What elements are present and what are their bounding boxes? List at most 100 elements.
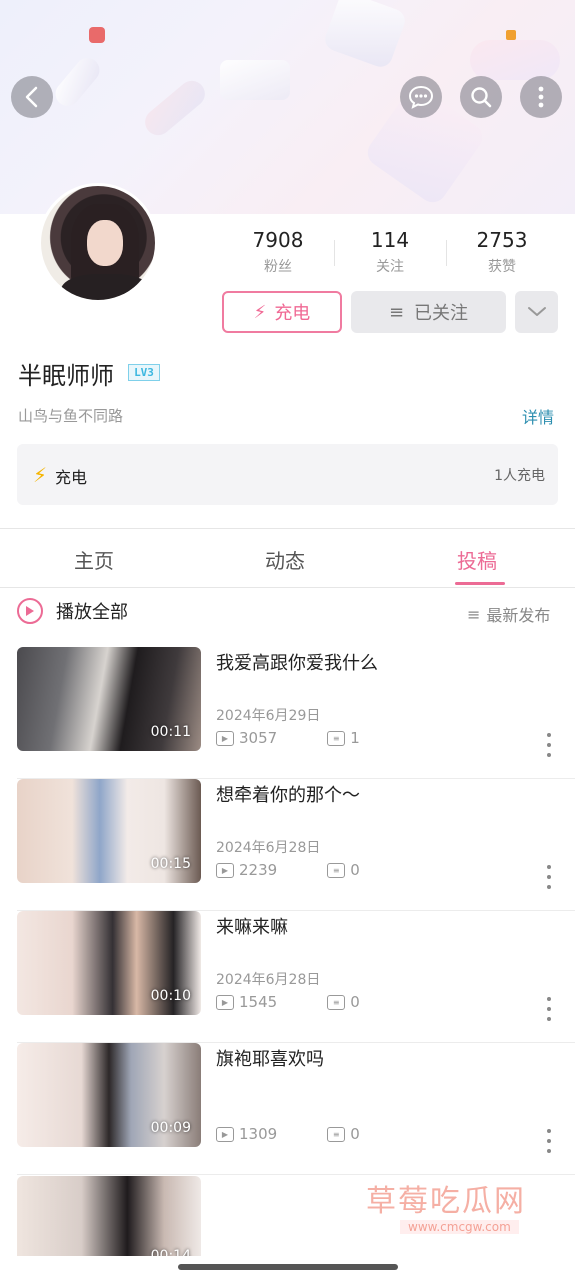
banner-decoration: [470, 40, 560, 80]
message-bubble-icon: [408, 85, 434, 109]
charge-button[interactable]: ⚡ 充电: [222, 291, 342, 333]
list-item[interactable]: 00:09 旗袍耶喜欢吗 ▶ 1309 ≡ 0: [0, 1043, 575, 1175]
divider: [17, 1174, 575, 1175]
stat-fans[interactable]: 7908 粉丝: [222, 228, 334, 278]
play-all-label: 播放全部: [56, 602, 128, 623]
video-title[interactable]: 想牵着你的那个～: [216, 781, 360, 807]
followed-button-label: 已关注: [414, 303, 469, 324]
tab-bar: 主页 动态 投稿: [0, 529, 575, 587]
sort-label: 最新发布: [486, 606, 551, 625]
tab-submissions[interactable]: 投稿: [457, 545, 497, 574]
sort-button[interactable]: ≡ 最新发布: [467, 602, 550, 626]
video-date: 2024年6月28日: [216, 840, 321, 856]
video-title[interactable]: 来嘛来嘛: [216, 913, 288, 939]
video-duration: 00:10: [150, 988, 191, 1004]
play-all-button[interactable]: 播放全部: [17, 598, 128, 624]
video-more-button[interactable]: [541, 865, 557, 889]
watermark-url: www.cmcgw.com: [400, 1220, 519, 1234]
charge-count: 1人充电: [494, 468, 545, 484]
stat-label: 获赞: [488, 259, 516, 275]
video-thumbnail[interactable]: 00:14: [17, 1176, 201, 1256]
charge-card[interactable]: ⚡ 充电 1人充电: [17, 444, 558, 505]
stat-value: 2753: [476, 228, 528, 252]
comment-icon: ≡: [327, 730, 346, 746]
recommend-dropdown-button[interactable]: [515, 291, 558, 333]
video-thumbnail[interactable]: 00:10: [17, 911, 201, 1015]
play-count-icon: ▶: [216, 862, 234, 878]
back-button[interactable]: [11, 76, 53, 118]
stat-likes[interactable]: 2753 获赞: [446, 228, 558, 278]
video-thumbnail[interactable]: 00:09: [17, 1043, 201, 1147]
play-count: 1545: [239, 993, 278, 1011]
video-date: 2024年6月28日: [216, 972, 321, 988]
play-count: 1309: [239, 1125, 278, 1143]
list-item[interactable]: 00:15 想牵着你的那个～ 2024年6月28日 ▶ 2239 ≡ 0: [0, 779, 575, 911]
video-more-button[interactable]: [541, 997, 557, 1021]
video-thumbnail[interactable]: 00:11: [17, 647, 201, 751]
banner-decoration: [321, 0, 409, 71]
avatar-face: [87, 220, 123, 266]
video-title[interactable]: 旗袍耶喜欢吗: [216, 1045, 324, 1071]
level-badge: LV3: [128, 364, 160, 381]
comment-icon: ≡: [327, 994, 346, 1010]
play-count-icon: ▶: [216, 1126, 234, 1142]
comment-count: 0: [350, 861, 360, 879]
avatar[interactable]: [38, 183, 158, 303]
comment-count: 0: [350, 993, 360, 1011]
home-indicator[interactable]: [178, 1264, 398, 1270]
video-date: 2024年6月29日: [216, 708, 321, 724]
video-duration: 00:11: [150, 724, 191, 740]
play-circle-icon: [17, 598, 43, 624]
tab-dynamic[interactable]: 动态: [265, 545, 305, 574]
active-tab-indicator: [455, 582, 505, 585]
banner-decoration: [220, 60, 290, 100]
stat-label: 关注: [376, 259, 404, 275]
list-item[interactable]: 00:11 我爱高跟你爱我什么 2024年6月29日 ▶ 3057 ≡ 1: [0, 647, 575, 779]
back-arrow-icon: [25, 86, 38, 108]
video-meta: ▶ 2239 ≡ 0: [216, 861, 360, 879]
banner-decoration: [139, 75, 211, 141]
charge-button-label: 充电: [274, 303, 311, 324]
comment-icon: ≡: [327, 862, 346, 878]
stat-label: 粉丝: [264, 259, 292, 275]
play-count-icon: ▶: [216, 994, 234, 1010]
tab-home[interactable]: 主页: [74, 545, 114, 574]
divider: [0, 587, 575, 588]
video-thumbnail[interactable]: 00:15: [17, 779, 201, 883]
chevron-down-icon: [527, 307, 546, 316]
detail-link[interactable]: 详情: [522, 404, 554, 428]
banner-decoration: [50, 53, 105, 111]
search-button[interactable]: [460, 76, 502, 118]
video-more-button[interactable]: [541, 1129, 557, 1153]
search-icon: [471, 87, 492, 108]
profile-stats: 7908 粉丝 114 关注 2753 获赞: [222, 228, 558, 278]
comment-icon: ≡: [327, 1126, 346, 1142]
stat-value: 114: [370, 228, 410, 252]
play-count: 2239: [239, 861, 278, 879]
video-duration: 00:15: [150, 856, 191, 872]
status-app-icon: [89, 27, 105, 43]
video-meta: ▶ 1309 ≡ 0: [216, 1125, 360, 1143]
message-button[interactable]: [400, 76, 442, 118]
sort-lines-icon: ≡: [467, 604, 481, 624]
followed-button[interactable]: ≡ 已关注: [351, 291, 506, 333]
bio: 山鸟与鱼不同路: [18, 407, 124, 425]
video-meta: ▶ 3057 ≡ 1: [216, 729, 360, 747]
list-item[interactable]: 00:10 来嘛来嘛 2024年6月28日 ▶ 1545 ≡ 0: [0, 911, 575, 1043]
avatar-body: [61, 274, 151, 300]
lightning-icon: ⚡: [253, 301, 267, 323]
more-button[interactable]: [520, 76, 562, 118]
watermark-logo: 草莓吃瓜网: [366, 1184, 526, 1219]
comment-count: 0: [350, 1125, 360, 1143]
play-count-icon: ▶: [216, 730, 234, 746]
charge-card-label: 充电: [55, 468, 88, 487]
lightning-icon: ⚡: [33, 463, 48, 487]
comment-count: 1: [350, 729, 360, 747]
video-more-button[interactable]: [541, 733, 557, 757]
play-count: 3057: [239, 729, 278, 747]
video-title[interactable]: 我爱高跟你爱我什么: [216, 649, 378, 675]
video-duration: 00:14: [150, 1248, 191, 1256]
stat-following[interactable]: 114 关注: [334, 228, 446, 278]
video-duration: 00:09: [150, 1120, 191, 1136]
username: 半眠师师: [18, 362, 114, 390]
